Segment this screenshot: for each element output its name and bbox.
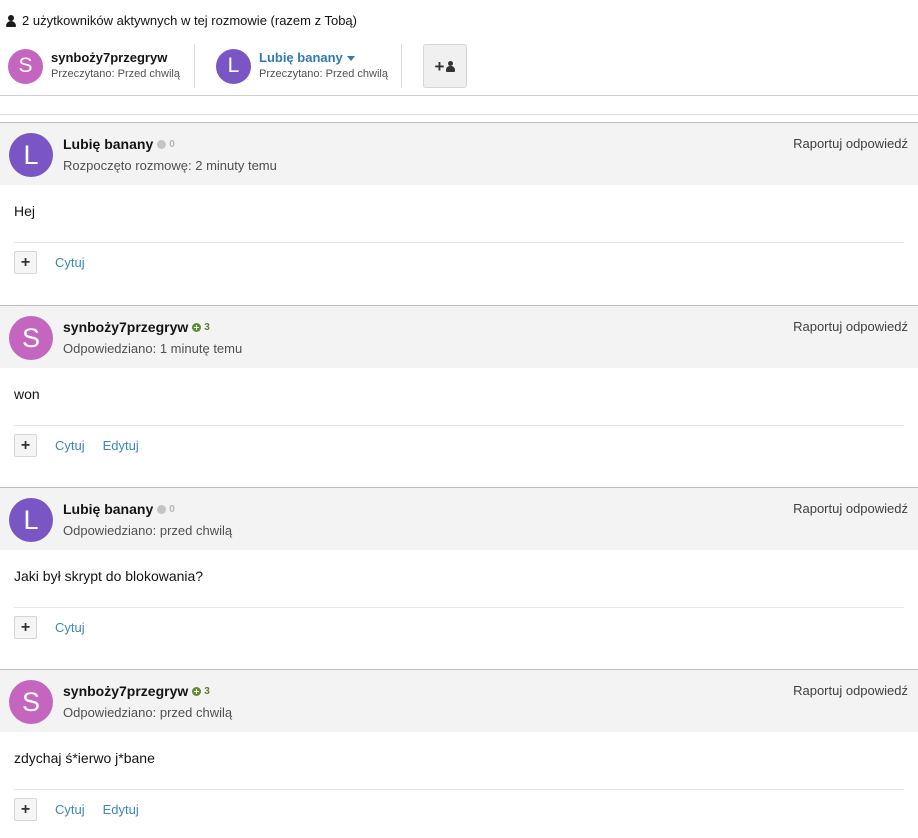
add-user-icon (446, 60, 456, 72)
post-actions: + Cytuj (14, 242, 904, 282)
reputation-count: 0 (169, 138, 175, 150)
message-post: S synboży7przegryw 3 Odpowiedziano: prze… (0, 669, 918, 829)
report-link[interactable]: Raportuj odpowiedź (793, 501, 908, 516)
author-name[interactable]: synboży7przegryw (63, 683, 188, 699)
avatar[interactable]: L (9, 498, 53, 542)
participant-read-status: Przeczytano: Przed chwilą (51, 68, 180, 80)
reputation-badge: 3 (192, 686, 210, 697)
add-participant-button[interactable]: + (423, 44, 467, 88)
post-header: L Lubię banany 0 Rozpoczęto rozmowę: 2 m… (0, 123, 918, 185)
post-meta: Rozpoczęto rozmowę: 2 minuty temu (63, 158, 277, 173)
post-body: Hej (14, 203, 36, 219)
participant-read-status: Przeczytano: Przed chwilą (259, 68, 388, 80)
post-actions: + Cytuj (14, 607, 904, 647)
reputation-neutral-icon (157, 504, 167, 514)
post-author: Lubię banany 0 (63, 136, 175, 152)
post-author: synboży7przegryw 3 (63, 683, 210, 699)
post-actions: + Cytuj Edytuj (14, 789, 904, 829)
avatar[interactable]: S (9, 316, 53, 360)
plus-button[interactable]: + (14, 251, 37, 274)
participant-synbozy7przegryw[interactable]: S synboży7przegryw Przeczytano: Przed ch… (8, 44, 195, 88)
post-body: zdychaj ś*ierwo j*bane (14, 750, 155, 766)
avatar[interactable]: S (9, 680, 53, 724)
post-actions: + Cytuj Edytuj (14, 425, 904, 465)
post-author: synboży7przegryw 3 (63, 319, 210, 335)
message-post: S synboży7przegryw 3 Odpowiedziano: 1 mi… (0, 305, 918, 465)
plus-button[interactable]: + (14, 434, 37, 457)
reputation-count: 3 (204, 685, 210, 697)
participants-list: S synboży7przegryw Przeczytano: Przed ch… (8, 44, 402, 88)
report-link[interactable]: Raportuj odpowiedź (793, 683, 908, 698)
post-meta: Odpowiedziano: przed chwilą (63, 705, 233, 720)
edit-link[interactable]: Edytuj (103, 438, 139, 453)
caret-down-icon[interactable] (346, 56, 355, 62)
reputation-positive-icon (192, 322, 202, 332)
post-meta: Odpowiedziano: przed chwilą (63, 523, 233, 538)
post-header: S synboży7przegryw 3 Odpowiedziano: 1 mi… (0, 306, 918, 368)
report-link[interactable]: Raportuj odpowiedź (793, 319, 908, 334)
post-author: Lubię banany 0 (63, 501, 175, 517)
edit-link[interactable]: Edytuj (103, 802, 139, 817)
post-header: L Lubię banany 0 Odpowiedziano: przed ch… (0, 488, 918, 550)
active-users-line: 2 użytkowników aktywnych w tej rozmowie … (6, 13, 357, 28)
reputation-count: 3 (204, 321, 210, 333)
message-post: L Lubię banany 0 Rozpoczęto rozmowę: 2 m… (0, 122, 918, 282)
participant-lubie-banany[interactable]: L Lubię banany Przeczytano: Przed chwilą (216, 44, 402, 88)
author-name[interactable]: Lubię banany (63, 136, 153, 152)
reputation-count: 0 (169, 503, 175, 515)
plus-button[interactable]: + (14, 616, 37, 639)
plus-icon: + (434, 56, 445, 76)
reputation-positive-icon (192, 686, 202, 696)
avatar[interactable]: S (8, 48, 43, 84)
post-body: won (14, 386, 40, 402)
report-link[interactable]: Raportuj odpowiedź (793, 136, 908, 151)
participant-name[interactable]: Lubię banany (259, 50, 343, 65)
user-icon (6, 14, 16, 27)
post-header: S synboży7przegryw 3 Odpowiedziano: prze… (0, 670, 918, 732)
divider (0, 95, 918, 115)
avatar[interactable]: L (216, 48, 251, 84)
message-post: L Lubię banany 0 Odpowiedziano: przed ch… (0, 487, 918, 647)
quote-link[interactable]: Cytuj (55, 620, 85, 635)
reputation-badge: 0 (157, 139, 175, 150)
author-name[interactable]: Lubię banany (63, 501, 153, 517)
participant-name-dropdown[interactable]: Lubię banany (259, 50, 388, 66)
quote-link[interactable]: Cytuj (55, 802, 85, 817)
post-body: Jaki był skrypt do blokowania? (14, 568, 204, 584)
reputation-badge: 0 (157, 504, 175, 515)
reputation-badge: 3 (192, 322, 210, 333)
participant-name[interactable]: synboży7przegryw (51, 50, 180, 66)
plus-button[interactable]: + (14, 798, 37, 821)
quote-link[interactable]: Cytuj (55, 255, 85, 270)
post-meta: Odpowiedziano: 1 minutę temu (63, 341, 243, 356)
quote-link[interactable]: Cytuj (55, 438, 85, 453)
active-users-text: 2 użytkowników aktywnych w tej rozmowie … (22, 13, 357, 28)
reputation-neutral-icon (157, 139, 167, 149)
avatar[interactable]: L (9, 133, 53, 177)
author-name[interactable]: synboży7przegryw (63, 319, 188, 335)
